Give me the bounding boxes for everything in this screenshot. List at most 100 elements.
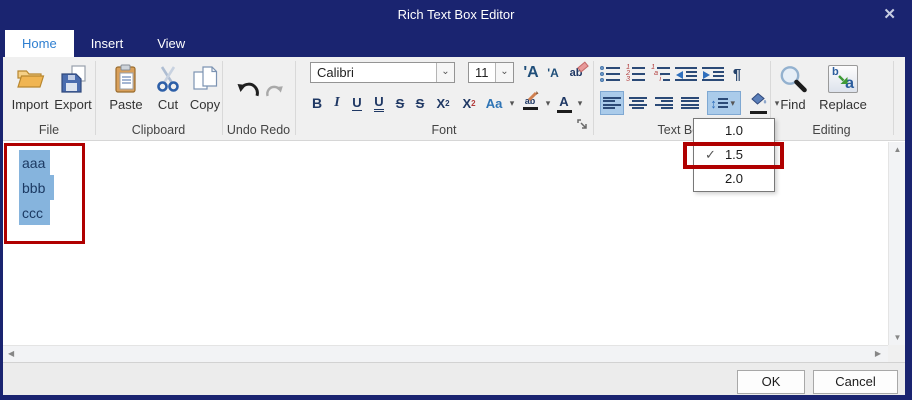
close-icon[interactable]: ✕ — [883, 0, 896, 30]
change-case-button[interactable]: Aa — [483, 92, 505, 114]
chevron-down-icon[interactable]: ⌄ — [495, 63, 513, 82]
annotation-red-box-menu — [683, 142, 784, 169]
scroll-down-icon[interactable]: ▼ — [889, 333, 906, 342]
tab-home[interactable]: Home — [5, 30, 74, 57]
dialog-footer: OK Cancel — [3, 362, 905, 395]
window-border-bottom — [0, 395, 912, 400]
numbered-list-button[interactable]: 1 2 3 — [625, 63, 645, 85]
vertical-scrollbar[interactable]: ▲ ▼ — [888, 142, 905, 345]
shrink-font-button[interactable]: 'A — [544, 62, 562, 84]
menu-item-1-0[interactable]: 1.0 — [694, 119, 774, 143]
undo-button[interactable] — [236, 80, 262, 105]
redo-icon — [264, 85, 284, 103]
window-border-left — [0, 30, 3, 400]
cancel-button[interactable]: Cancel — [813, 370, 898, 394]
save-disk-icon — [59, 61, 87, 97]
find-button[interactable]: Find — [773, 61, 813, 115]
horizontal-scrollbar[interactable]: ◀ ▶ — [3, 345, 888, 362]
window-title: Rich Text Box Editor — [397, 7, 515, 22]
annotation-red-box-selection — [4, 143, 85, 244]
rich-text-box-editor-window: Rich Text Box Editor ✕ Home Insert View … — [0, 0, 912, 400]
magnifier-icon — [778, 61, 808, 97]
paragraph-marks-button[interactable]: ¶ — [729, 63, 745, 85]
font-family-value: Calibri — [317, 65, 354, 80]
tab-insert[interactable]: Insert — [74, 30, 141, 57]
bullet-list-icon — [600, 66, 620, 82]
decrease-indent-icon — [675, 67, 697, 81]
highlight-color-bar — [522, 107, 538, 110]
grow-font-button[interactable]: 'A — [520, 62, 542, 84]
font-color-button[interactable]: A — [555, 92, 573, 114]
scissors-icon — [156, 61, 180, 97]
scroll-up-icon[interactable]: ▲ — [889, 145, 906, 154]
undo-icon — [236, 82, 262, 104]
clear-formatting-button[interactable]: ab — [564, 61, 589, 84]
font-size-value: 11 — [475, 65, 489, 80]
replace-button[interactable]: b a Replace — [815, 61, 871, 115]
font-family-combobox[interactable]: Calibri ⌄ — [310, 62, 455, 83]
pen-icon — [527, 89, 539, 107]
change-case-dropdown-arrow[interactable]: ▾ — [507, 98, 517, 109]
font-color-dropdown-arrow[interactable]: ▾ — [575, 98, 585, 109]
double-underline-button[interactable]: U — [369, 92, 389, 114]
justify-icon — [681, 96, 699, 110]
tab-view[interactable]: View — [140, 30, 202, 57]
superscript-button[interactable]: X2 — [431, 92, 455, 114]
ribbon-tab-row: Home Insert View — [0, 30, 912, 57]
subscript-button[interactable]: X2 — [457, 92, 481, 114]
align-center-button[interactable] — [626, 91, 650, 115]
group-separator — [893, 61, 894, 135]
align-center-icon — [629, 96, 647, 110]
align-right-button[interactable] — [652, 91, 676, 115]
line-spacing-icon: ↕ — [710, 96, 728, 111]
replace-icon: b a — [828, 61, 858, 97]
file-group-label: File — [38, 123, 60, 137]
scroll-right-icon[interactable]: ▶ — [875, 346, 881, 362]
numbered-list-icon: 1 2 3 — [625, 64, 645, 83]
align-left-button[interactable] — [600, 91, 624, 115]
redo-button[interactable] — [264, 83, 284, 104]
undo-redo-group-label: Undo Redo — [226, 123, 291, 137]
ok-button[interactable]: OK — [737, 370, 805, 394]
justify-button[interactable] — [678, 91, 702, 115]
titlebar: Rich Text Box Editor ✕ — [0, 0, 912, 30]
align-left-icon — [603, 96, 621, 110]
increase-indent-button[interactable] — [702, 63, 724, 85]
menu-item-2-0[interactable]: 2.0 — [694, 167, 774, 191]
italic-button[interactable]: I — [329, 92, 345, 114]
line-spacing-button[interactable]: ↕ ▾ — [707, 91, 741, 115]
shading-button[interactable] — [746, 92, 770, 114]
highlight-color-button[interactable]: ab — [519, 89, 541, 114]
highlight-dropdown-arrow[interactable]: ▾ — [543, 98, 553, 109]
import-button[interactable]: Import — [9, 61, 51, 115]
bullet-list-button[interactable] — [600, 63, 620, 85]
clipboard-group-label: Clipboard — [131, 123, 186, 137]
bold-button[interactable]: B — [307, 92, 327, 114]
font-size-combobox[interactable]: 11 ⌄ — [468, 62, 514, 83]
cut-button[interactable]: Cut — [152, 61, 184, 115]
strikethrough-button[interactable]: S — [391, 92, 409, 114]
font-group-label: Font — [431, 123, 457, 137]
underline-button[interactable]: U — [347, 92, 367, 114]
paint-bucket-icon — [748, 92, 768, 110]
multilevel-list-icon: 1 a i — [650, 64, 670, 83]
window-border-right — [905, 30, 912, 400]
clipboard-paste-icon — [114, 61, 139, 97]
editing-group-label: Editing — [812, 123, 851, 137]
eraser-icon — [577, 61, 589, 73]
multilevel-list-button[interactable]: 1 a i — [650, 63, 670, 85]
copy-button[interactable]: Copy — [185, 61, 225, 115]
align-right-icon — [655, 96, 673, 110]
scrollbar-corner — [888, 345, 905, 362]
decrease-indent-button[interactable] — [675, 63, 697, 85]
export-button[interactable]: Export — [51, 61, 95, 115]
increase-indent-icon — [702, 67, 724, 81]
double-strikethrough-button[interactable]: S — [411, 92, 429, 114]
line-spacing-dropdown-arrow[interactable]: ▾ — [728, 98, 738, 109]
scroll-left-icon[interactable]: ◀ — [8, 346, 14, 362]
paste-button[interactable]: Paste — [104, 61, 148, 115]
font-color-bar — [556, 109, 572, 113]
chevron-down-icon[interactable]: ⌄ — [436, 63, 454, 82]
shading-color-bar — [749, 111, 767, 114]
copy-pages-icon — [192, 61, 218, 97]
